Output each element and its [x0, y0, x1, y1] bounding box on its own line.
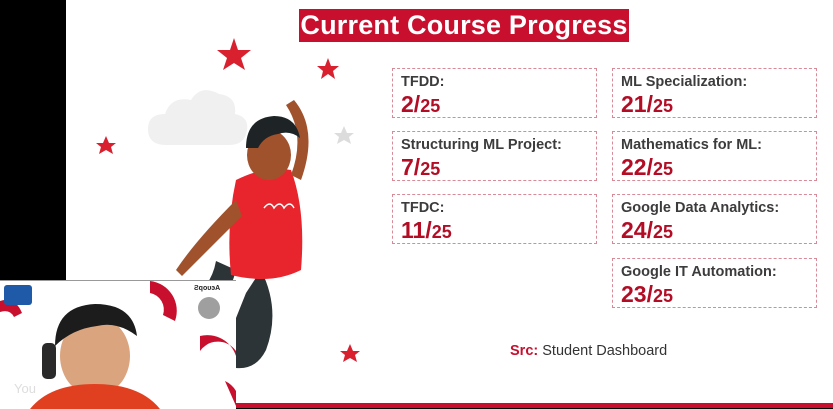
course-label: TFDD: — [401, 74, 445, 90]
course-label: Google IT Automation: — [621, 264, 777, 280]
source-note: Src: Student Dashboard — [510, 343, 668, 359]
course-card-ml-specialization: ML Specialization: 21/25 — [612, 68, 817, 118]
course-card-google-data-analytics: Google Data Analytics: 24/25 — [612, 194, 817, 244]
course-progress: 11/25 — [401, 217, 452, 243]
course-card-google-it-automation: Google IT Automation: 23/25 — [612, 258, 817, 308]
participant-name-label: You — [14, 381, 36, 396]
course-label: ML Specialization: — [621, 74, 748, 90]
course-card-structuring-ml-project: Structuring ML Project: 7/25 — [392, 131, 597, 181]
course-progress: 24/25 — [621, 217, 674, 243]
course-progress: 21/25 — [621, 91, 674, 117]
partner-logo-text: ƧqoυэA — [194, 285, 221, 292]
course-card-tfdc: TFDC: 11/25 — [392, 194, 597, 244]
course-progress: 23/25 — [621, 281, 674, 307]
course-label: Google Data Analytics: — [621, 200, 780, 216]
course-progress: 2/25 — [401, 91, 441, 117]
institution-logo-icon — [4, 285, 32, 305]
course-card-mathematics-for-ml: Mathematics for ML: 22/25 — [612, 131, 817, 181]
course-label: Mathematics for ML: — [621, 137, 762, 153]
course-label: Structuring ML Project: — [401, 137, 562, 153]
mic-muted-icon[interactable] — [198, 297, 220, 319]
course-progress: 7/25 — [401, 154, 441, 180]
course-card-tfdd: TFDD: 2/25 — [392, 68, 597, 118]
course-progress: 22/25 — [621, 154, 674, 180]
course-label: TFDC: — [401, 200, 445, 216]
